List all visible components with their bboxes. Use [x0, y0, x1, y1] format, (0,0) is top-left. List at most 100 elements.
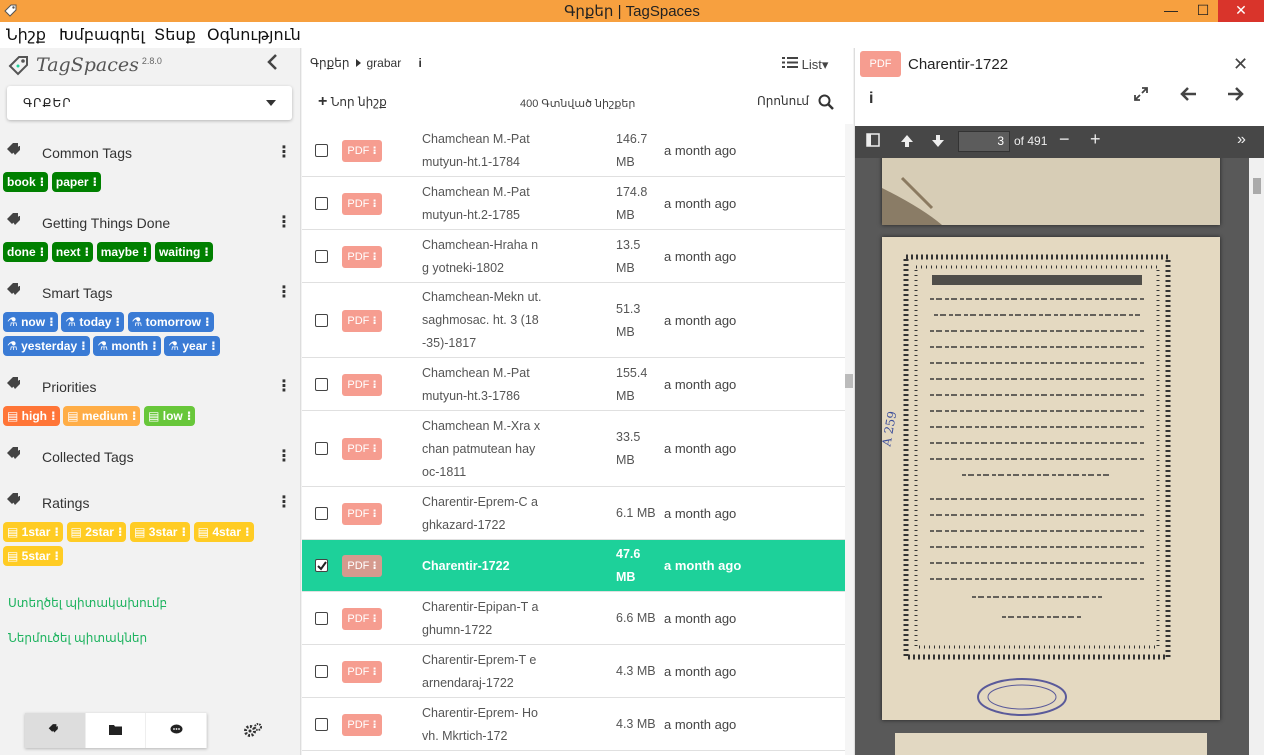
page-number-input[interactable]: 3	[958, 131, 1010, 152]
next-file-button[interactable]	[1226, 86, 1244, 105]
tag-medium[interactable]: ▤ medium ⁝	[63, 406, 141, 426]
tab-comments[interactable]	[146, 713, 208, 748]
table-row[interactable]: PDF ⁝ Charentir-Epipan-T aghumn-1722 6.6 M…	[302, 592, 846, 645]
group-menu-icon[interactable]: ⋮	[276, 446, 292, 466]
menu-file[interactable]: Նիշք	[6, 25, 46, 45]
tag-now[interactable]: ⚗ now ⁝	[3, 312, 58, 332]
close-window-button[interactable]: ✕	[1218, 0, 1264, 22]
tag-month[interactable]: ⚗ month ⁝	[93, 336, 161, 356]
maximize-button[interactable]: ☐	[1188, 0, 1218, 22]
breadcrumb-root[interactable]: Գրքեր	[310, 56, 350, 70]
row-checkbox[interactable]	[315, 664, 328, 678]
table-row[interactable]: PDF ⁝ Charentir-Eprem-C aghkazard-1722 6.1…	[302, 487, 846, 540]
next-page-button[interactable]	[930, 133, 946, 152]
tag-yesterday[interactable]: ⚗ yesterday ⁝	[3, 336, 90, 356]
row-checkbox[interactable]	[315, 377, 328, 391]
tag-group-smart[interactable]: Smart Tags ⋮	[0, 280, 300, 304]
tag-low[interactable]: ▤ low ⁝	[144, 406, 196, 426]
toggle-sidebar-button[interactable]	[866, 133, 880, 150]
zoom-out-button[interactable]: −	[1059, 129, 1070, 150]
row-checkbox[interactable]	[315, 611, 328, 625]
tag-group-gtd[interactable]: Getting Things Done ⋮	[0, 210, 300, 234]
tag-book[interactable]: book ⁝	[3, 172, 49, 192]
file-type-badge[interactable]: PDF ⁝	[342, 192, 382, 215]
file-type-badge[interactable]: PDF ⁝	[342, 309, 382, 332]
create-tag-group-link[interactable]: Ստեղծել պիտակախումբ	[8, 596, 167, 610]
file-type-badge[interactable]: PDF ⁝	[342, 438, 382, 460]
file-type-badge[interactable]: PDF ⁝	[342, 607, 382, 630]
menu-edit[interactable]: Խմբագրել	[59, 25, 145, 45]
table-row[interactable]: PDF ⁝ Charentir-1722 47.6 MB a month ago	[302, 540, 846, 592]
group-menu-icon[interactable]: ⋮	[276, 282, 292, 302]
tag-paper[interactable]: paper ⁝	[51, 172, 102, 192]
tag-maybe[interactable]: maybe ⁝	[96, 242, 152, 262]
folder-info-icon[interactable]: i	[419, 56, 422, 70]
close-preview-button[interactable]: ✕	[1233, 54, 1248, 75]
row-checkbox[interactable]	[315, 442, 328, 455]
menu-view[interactable]: Տեսք	[154, 25, 196, 45]
tag-high[interactable]: ▤ high ⁝	[3, 406, 60, 426]
new-file-button[interactable]: + Նոր նիշք	[318, 93, 387, 111]
file-type-badge[interactable]: PDF ⁝	[342, 373, 382, 396]
file-type-badge[interactable]: PDF ⁝	[342, 139, 382, 162]
tag-2star[interactable]: ▤ 2star ⁝	[66, 522, 127, 542]
row-checkbox[interactable]	[315, 717, 328, 731]
scrollbar-thumb[interactable]	[845, 374, 853, 388]
tag-today[interactable]: ⚗ today ⁝	[61, 312, 124, 332]
tag-group-collected[interactable]: Collected Tags ⋮	[0, 444, 300, 468]
tag-waiting[interactable]: waiting ⁝	[154, 242, 213, 262]
settings-button[interactable]	[243, 722, 263, 741]
search-button[interactable]: Որոնում	[757, 94, 835, 110]
file-type-badge[interactable]: PDF ⁝	[342, 502, 382, 525]
table-row[interactable]: PDF ⁝ Chamchean M.-Xra xchan patmutean ha…	[302, 411, 846, 487]
table-row[interactable]: PDF ⁝ Chamchean-Mekn ut. saghmosac. ht. 3…	[302, 283, 846, 358]
pdf-scrollbar[interactable]	[1249, 158, 1264, 755]
import-tags-link[interactable]: Ներմուծել պիտակներ	[8, 631, 147, 645]
group-menu-icon[interactable]: ⋮	[276, 212, 292, 232]
tag-next[interactable]: next ⁝	[51, 242, 94, 262]
group-menu-icon[interactable]: ⋮	[276, 492, 292, 512]
file-type-badge[interactable]: PDF ⁝	[342, 555, 382, 577]
tag-tomorrow[interactable]: ⚗ tomorrow ⁝	[127, 312, 214, 332]
view-mode-button[interactable]: List▾	[782, 56, 828, 73]
row-checkbox[interactable]	[315, 506, 328, 520]
pdf-viewer[interactable]: A 259	[855, 158, 1264, 755]
tag-4star[interactable]: ▤ 4star ⁝	[193, 522, 254, 542]
tools-button[interactable]: »	[1237, 131, 1246, 149]
file-type-badge[interactable]: PDF ⁝	[342, 660, 382, 683]
tag-group-priorities[interactable]: Priorities ⋮	[0, 374, 300, 398]
row-checkbox[interactable]	[315, 143, 328, 157]
minimize-button[interactable]: —	[1156, 0, 1186, 22]
fullscreen-button[interactable]	[1133, 86, 1149, 105]
tag-5star[interactable]: ▤ 5star ⁝	[3, 546, 63, 566]
tag-3star[interactable]: ▤ 3star ⁝	[130, 522, 191, 542]
group-menu-icon[interactable]: ⋮	[276, 142, 292, 162]
tag-group-ratings[interactable]: Ratings ⋮	[0, 490, 300, 514]
row-checkbox[interactable]	[315, 249, 328, 263]
scrollbar-thumb[interactable]	[1253, 178, 1261, 194]
location-selector[interactable]: ԳՐՔԵՐ	[7, 86, 292, 120]
file-type-badge[interactable]: PDF ⁝	[342, 245, 382, 268]
tab-folders[interactable]	[86, 713, 147, 748]
table-row[interactable]: PDF ⁝ Chamchean M.-Pat mutyun-ht.2-1785 17…	[302, 177, 846, 230]
file-list-scrollbar[interactable]	[845, 124, 853, 755]
file-type-badge[interactable]: PDF ⁝	[342, 713, 382, 736]
previous-file-button[interactable]	[1180, 86, 1198, 105]
zoom-in-button[interactable]: +	[1090, 129, 1101, 150]
table-row[interactable]: PDF ⁝ Charentir-Eprem- Hovh. Mkrtich-172 4…	[302, 698, 846, 751]
tag-year[interactable]: ⚗ year ⁝	[164, 336, 220, 356]
row-checkbox[interactable]	[315, 313, 328, 327]
tab-tags[interactable]	[25, 713, 86, 748]
tag-done[interactable]: done ⁝	[3, 242, 49, 262]
breadcrumb-folder[interactable]: grabar	[367, 56, 402, 70]
group-menu-icon[interactable]: ⋮	[276, 376, 292, 396]
previous-page-button[interactable]	[899, 133, 915, 152]
collapse-sidebar-button[interactable]	[266, 53, 278, 76]
table-row[interactable]: PDF ⁝ Chamchean-Hraha ng yotneki-1802 13.5…	[302, 230, 846, 283]
table-row[interactable]: PDF ⁝ Chamchean M.-Pat mutyun-ht.1-1784 14…	[302, 124, 846, 177]
row-checkbox[interactable]	[315, 559, 328, 572]
file-info-button[interactable]: i	[869, 90, 873, 108]
table-row[interactable]: PDF ⁝ Chamchean M.-Pat mutyun-ht.3-1786 15…	[302, 358, 846, 411]
tag-1star[interactable]: ▤ 1star ⁝	[3, 522, 63, 542]
tag-group-common[interactable]: Common Tags ⋮	[0, 140, 300, 164]
